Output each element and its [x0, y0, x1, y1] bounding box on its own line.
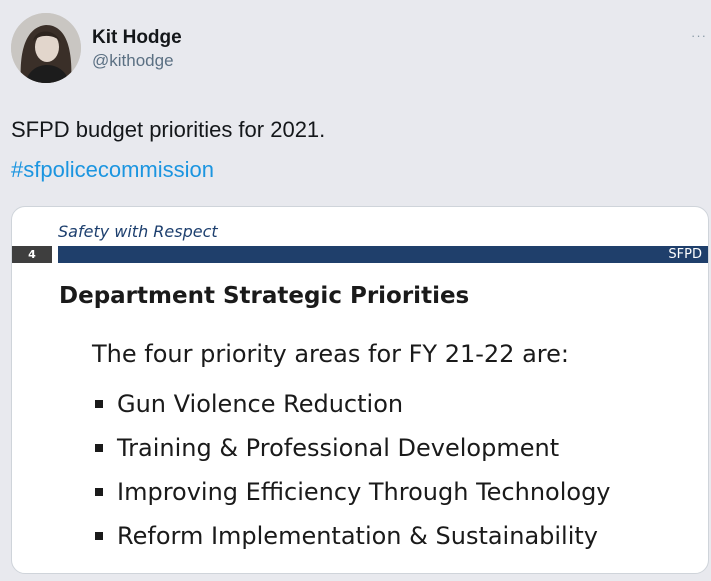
list-item: Improving Efficiency Through Technology	[92, 470, 611, 514]
list-item-label: Gun Violence Reduction	[117, 390, 404, 418]
avatar-photo	[11, 13, 81, 83]
tweet-text: SFPD budget priorities for 2021.	[11, 117, 326, 142]
slide-brand: SFPD	[668, 247, 702, 262]
slide-page-number: 4	[12, 246, 52, 263]
display-name[interactable]: Kit Hodge	[92, 27, 182, 49]
more-options-icon[interactable]: ···	[691, 28, 707, 43]
priority-list: Gun Violence Reduction Training & Profes…	[92, 382, 611, 558]
bullet-icon	[95, 532, 103, 540]
bullet-icon	[95, 488, 103, 496]
bullet-icon	[95, 444, 103, 452]
list-item-label: Improving Efficiency Through Technology	[117, 478, 611, 506]
avatar[interactable]	[11, 13, 81, 83]
tweet: Kit Hodge @kithodge ··· SFPD budget prio…	[0, 0, 711, 581]
slide-intro: The four priority areas for FY 21-22 are…	[92, 340, 569, 368]
list-item: Training & Professional Development	[92, 426, 611, 470]
list-item-label: Training & Professional Development	[117, 434, 560, 462]
slide-tagline: Safety with Respect	[58, 222, 218, 241]
bullet-icon	[95, 400, 103, 408]
list-item: Gun Violence Reduction	[92, 382, 611, 426]
hashtag-link[interactable]: #sfpolicecommission	[11, 157, 214, 183]
tweet-media-image[interactable]: Safety with Respect 4 SFPD Department St…	[11, 206, 709, 574]
slide-header-bar: SFPD	[58, 246, 708, 263]
list-item: Reform Implementation & Sustainability	[92, 514, 611, 558]
list-item-label: Reform Implementation & Sustainability	[117, 522, 598, 550]
slide-title: Department Strategic Priorities	[59, 283, 470, 309]
user-handle[interactable]: @kithodge	[92, 51, 174, 71]
